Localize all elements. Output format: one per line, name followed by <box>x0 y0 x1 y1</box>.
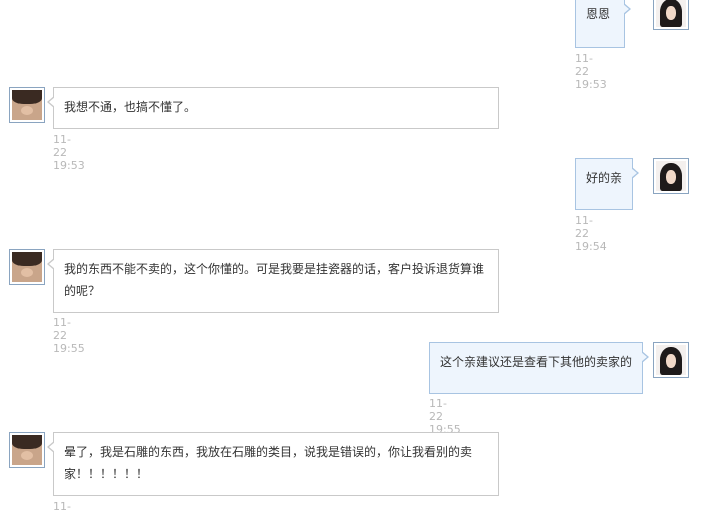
message-bubble: 我想不通，也搞不懂了。 <box>47 87 499 129</box>
message-text: 我的东西不能不卖的，这个你懂的。可是我要是挂瓷器的话，客户投诉退货算谁的呢？ <box>64 262 485 298</box>
avatar[interactable] <box>9 87 45 123</box>
message-text: 这个亲建议还是查看下其他的卖家的 <box>440 355 633 369</box>
message-text: 好的亲 <box>586 171 623 185</box>
message-bubble: 这个亲建议还是查看下其他的卖家的 <box>429 342 649 394</box>
contact-avatar-image <box>12 90 42 120</box>
message-timestamp: 11-22 19:54 <box>575 214 607 253</box>
message-text: 恩恩 <box>586 7 611 21</box>
contact-avatar-image <box>12 435 42 465</box>
message-timestamp: 11-22 19:53 <box>53 133 85 172</box>
avatar[interactable] <box>653 158 689 194</box>
message-timestamp: 11-22 19:55 <box>53 316 85 355</box>
avatar[interactable] <box>653 342 689 378</box>
avatar[interactable] <box>9 249 45 285</box>
message-bubble: 我的东西不能不卖的，这个你懂的。可是我要是挂瓷器的话，客户投诉退货算谁的呢？ <box>47 249 499 313</box>
message-timestamp: 11-22 19:56 <box>53 500 71 511</box>
user-avatar-image <box>656 161 686 191</box>
user-avatar-image <box>656 0 686 27</box>
message-timestamp: 11-22 19:53 <box>575 52 607 91</box>
message-text: 晕了，我是石雕的东西，我放在石雕的类目，说我是错误的，你让我看别的卖家！！！！！… <box>64 445 473 481</box>
user-avatar-image <box>656 345 686 375</box>
message-timestamp: 11-22 19:55 <box>429 397 461 436</box>
message-bubble: 好的亲 <box>575 158 639 210</box>
avatar[interactable] <box>9 432 45 468</box>
message-bubble: 恩恩 <box>575 0 631 48</box>
avatar[interactable] <box>653 0 689 30</box>
message-bubble: 晕了，我是石雕的东西，我放在石雕的类目，说我是错误的，你让我看别的卖家！！！！！… <box>47 432 499 496</box>
message-text: 我想不通，也搞不懂了。 <box>64 100 197 114</box>
contact-avatar-image <box>12 252 42 282</box>
